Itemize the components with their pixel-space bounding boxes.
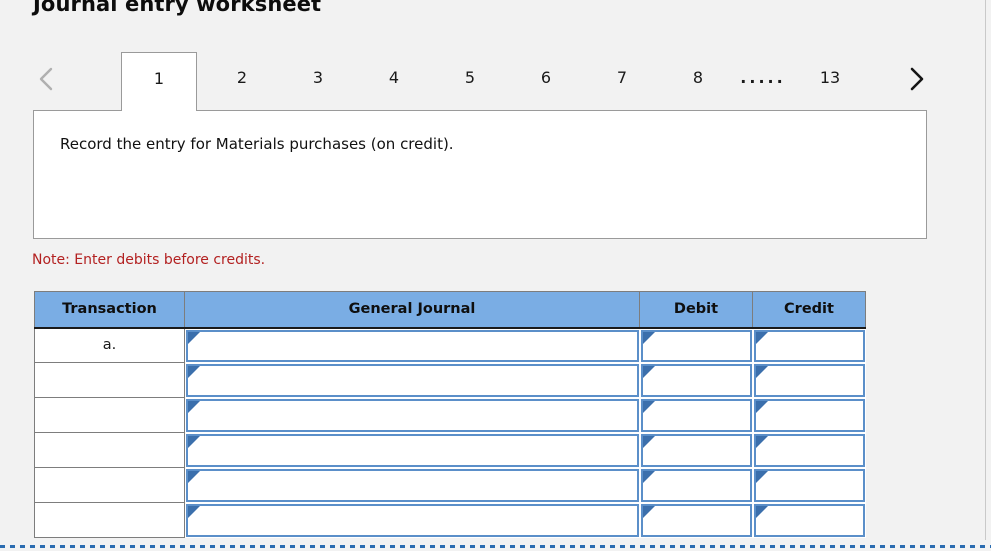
transaction-cell: a. <box>34 327 185 363</box>
credit-input-cell[interactable] <box>752 432 866 468</box>
debit-input[interactable] <box>640 329 752 362</box>
worksheet-pager: 1 2 3 4 5 6 7 8..... 13 <box>33 48 929 111</box>
cell-dropdown-marker-icon <box>642 400 655 413</box>
table-row <box>34 502 866 538</box>
table-row <box>34 397 866 433</box>
cell-dropdown-marker-icon <box>642 365 655 378</box>
cell-dropdown-marker-icon <box>755 331 768 344</box>
worksheet-tab-2[interactable]: 2 <box>212 52 272 110</box>
cell-dropdown-marker-icon <box>642 470 655 483</box>
credit-input-cell[interactable] <box>752 467 866 503</box>
cell-dropdown-marker-icon <box>755 400 768 413</box>
credit-input[interactable] <box>753 433 865 467</box>
table-row: a. <box>34 327 866 363</box>
worksheet-tab-5[interactable]: 5 <box>440 52 500 110</box>
general-journal-input[interactable] <box>186 468 639 502</box>
cell-dropdown-marker-icon <box>642 435 655 448</box>
table-row <box>34 432 866 468</box>
instruction-text: Record the entry for Materials purchases… <box>60 135 454 153</box>
general-journal-input-cell[interactable] <box>184 467 640 503</box>
cell-dropdown-marker-icon <box>188 365 200 378</box>
cell-dropdown-marker-icon <box>755 365 768 378</box>
page-title: Journal entry worksheet <box>33 0 322 16</box>
worksheet-tab-13[interactable]: 13 <box>800 52 860 110</box>
debit-input[interactable] <box>640 433 752 467</box>
worksheet-tabs: 1 2 3 4 5 6 7 8..... 13 <box>85 48 895 111</box>
worksheet-tabs-ellipsis: ..... <box>740 68 786 87</box>
worksheet-tab-4[interactable]: 4 <box>364 52 424 110</box>
column-header-credit: Credit <box>752 291 866 329</box>
worksheet-tab-6[interactable]: 6 <box>516 52 576 110</box>
cell-dropdown-marker-icon <box>642 331 655 344</box>
section-dotted-divider <box>0 545 991 548</box>
general-journal-input-cell[interactable] <box>184 502 640 538</box>
cell-dropdown-marker-icon <box>642 505 655 518</box>
debits-before-credits-note: Note: Enter debits before credits. <box>32 252 266 268</box>
prev-page-button[interactable] <box>33 62 59 96</box>
debit-input[interactable] <box>640 363 752 397</box>
debit-input[interactable] <box>640 468 752 502</box>
credit-input[interactable] <box>753 329 865 362</box>
cell-dropdown-marker-icon <box>188 400 200 413</box>
credit-input-cell[interactable] <box>752 362 866 398</box>
column-header-transaction: Transaction <box>34 291 185 329</box>
transaction-cell <box>34 362 185 398</box>
debit-input[interactable] <box>640 398 752 432</box>
debit-input-cell[interactable] <box>639 502 753 538</box>
credit-input[interactable] <box>753 363 865 397</box>
cell-dropdown-marker-icon <box>755 505 768 518</box>
general-journal-input[interactable] <box>186 433 639 467</box>
cell-dropdown-marker-icon <box>188 505 200 518</box>
debit-input[interactable] <box>640 503 752 537</box>
next-page-button[interactable] <box>903 62 929 96</box>
cell-dropdown-marker-icon <box>755 470 768 483</box>
general-journal-input-cell[interactable] <box>184 432 640 468</box>
cell-dropdown-marker-icon <box>188 470 200 483</box>
page-right-border <box>985 0 986 540</box>
table-header-row: Transaction General Journal Debit Credit <box>34 291 866 329</box>
credit-input[interactable] <box>753 503 865 537</box>
worksheet-tab-3[interactable]: 3 <box>288 52 348 110</box>
journal-entry-table: Transaction General Journal Debit Credit… <box>34 291 866 538</box>
cell-dropdown-marker-icon <box>188 435 200 448</box>
cell-dropdown-marker-icon <box>755 435 768 448</box>
credit-input-cell[interactable] <box>752 397 866 433</box>
chevron-right-icon <box>910 67 924 91</box>
general-journal-input[interactable] <box>186 329 639 362</box>
transaction-cell <box>34 432 185 468</box>
worksheet-tab-7[interactable]: 7 <box>592 52 652 110</box>
transaction-cell <box>34 467 185 503</box>
credit-input-cell[interactable] <box>752 502 866 538</box>
credit-input[interactable] <box>753 398 865 432</box>
worksheet-tab-8[interactable]: 8 <box>668 52 728 110</box>
general-journal-input-cell[interactable] <box>184 362 640 398</box>
general-journal-input[interactable] <box>186 503 639 537</box>
credit-input-cell[interactable] <box>752 327 866 363</box>
cell-dropdown-marker-icon <box>188 331 200 344</box>
transaction-cell <box>34 502 185 538</box>
debit-input-cell[interactable] <box>639 327 753 363</box>
chevron-left-icon <box>39 67 53 91</box>
debit-input-cell[interactable] <box>639 362 753 398</box>
debit-input-cell[interactable] <box>639 467 753 503</box>
column-header-debit: Debit <box>639 291 753 329</box>
instruction-panel: Record the entry for Materials purchases… <box>33 110 927 239</box>
column-header-general-journal: General Journal <box>184 291 640 329</box>
transaction-cell <box>34 397 185 433</box>
credit-input[interactable] <box>753 468 865 502</box>
general-journal-input[interactable] <box>186 398 639 432</box>
debit-input-cell[interactable] <box>639 432 753 468</box>
debit-input-cell[interactable] <box>639 397 753 433</box>
general-journal-input-cell[interactable] <box>184 397 640 433</box>
general-journal-input[interactable] <box>186 363 639 397</box>
table-row <box>34 467 866 503</box>
table-row <box>34 362 866 398</box>
general-journal-input-cell[interactable] <box>184 327 640 363</box>
worksheet-tab-1[interactable]: 1 <box>121 52 197 111</box>
